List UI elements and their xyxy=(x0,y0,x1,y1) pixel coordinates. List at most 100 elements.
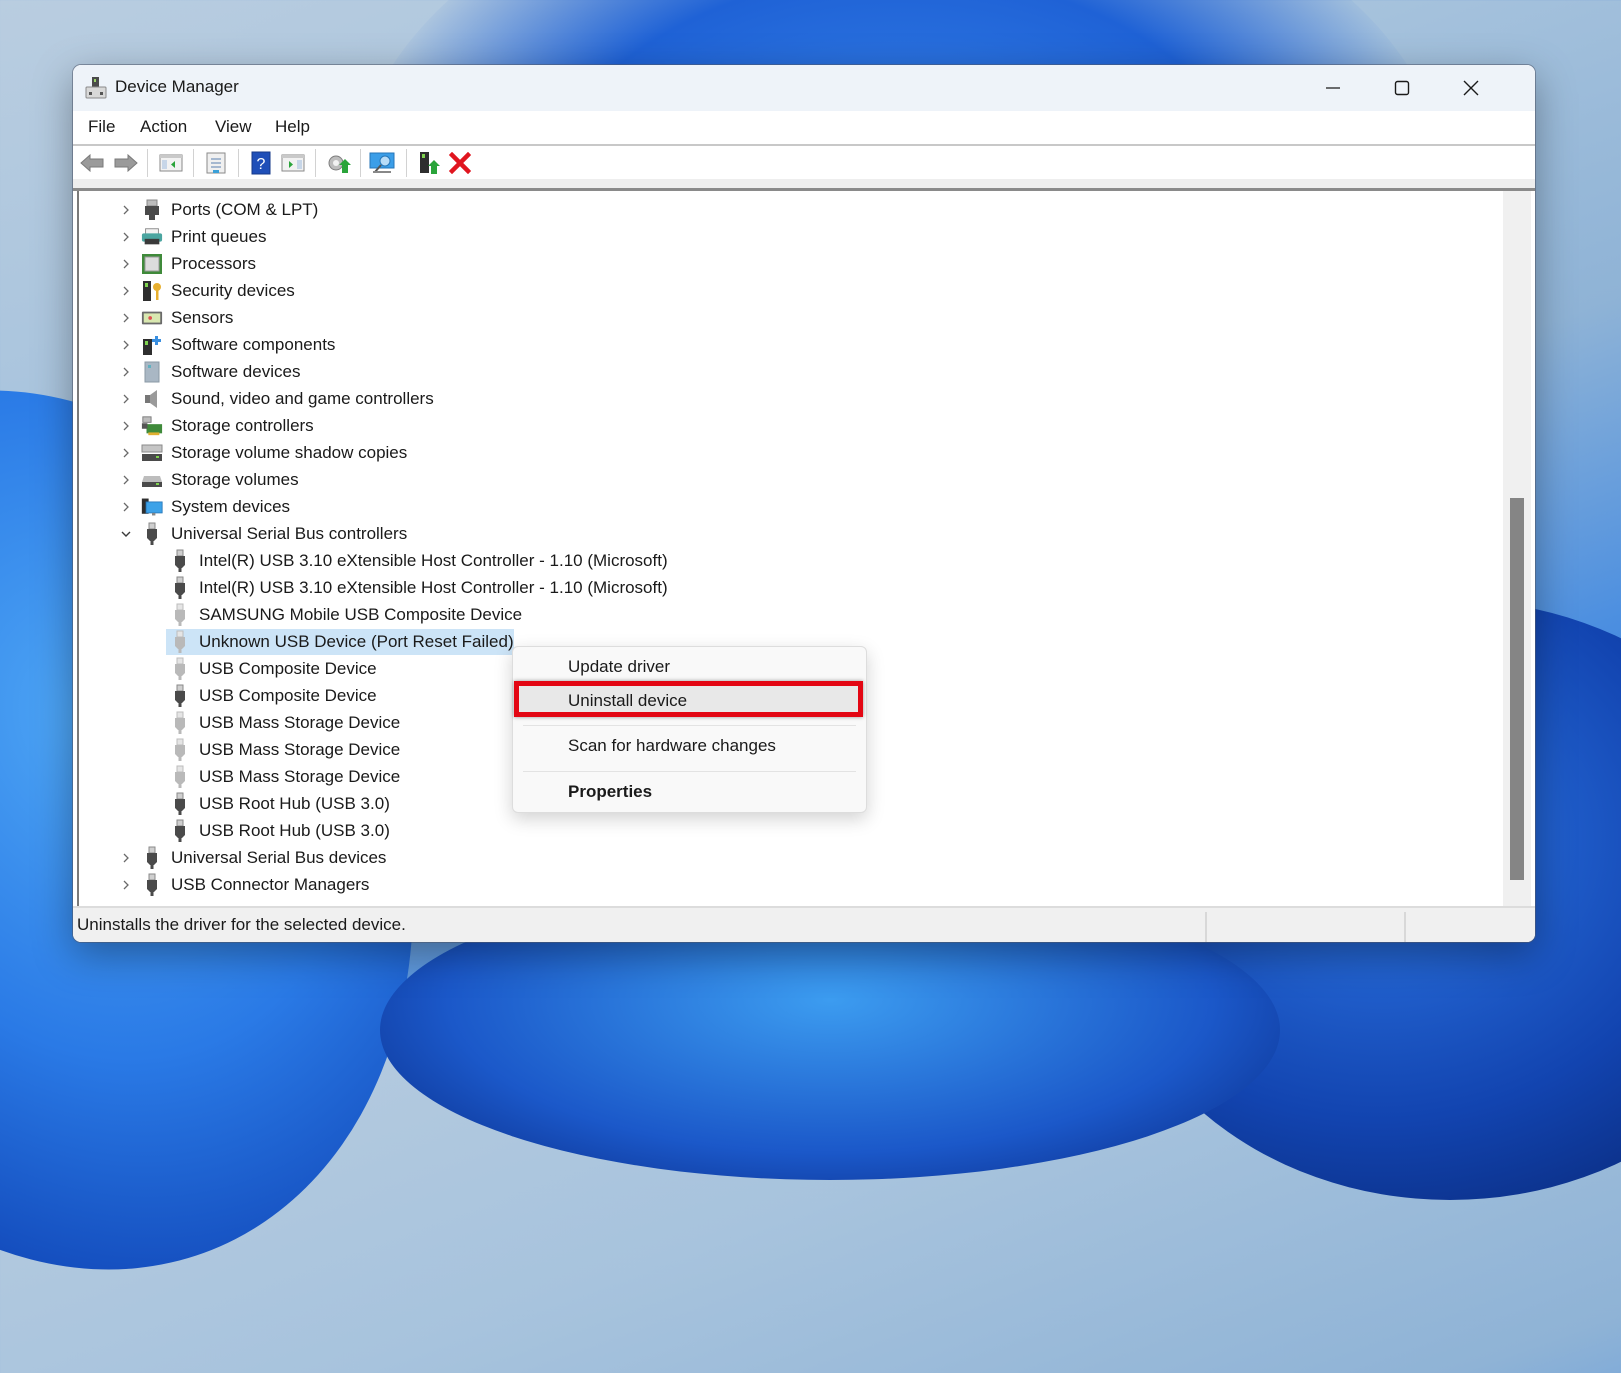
tree-category-row[interactable]: Storage volume shadow copies xyxy=(79,440,1499,466)
chevron-right-icon[interactable] xyxy=(119,500,133,514)
tree-category-row[interactable]: Sensors xyxy=(79,305,1499,331)
back-button[interactable] xyxy=(78,150,106,176)
chevron-right-icon[interactable] xyxy=(119,338,133,352)
tree-row-label: USB Connector Managers xyxy=(171,875,370,894)
show-hide-action-pane-button[interactable] xyxy=(279,150,307,176)
toolbar: ? xyxy=(73,146,1535,179)
usb-plug-icon xyxy=(141,846,163,869)
tree-row-label: Universal Serial Bus devices xyxy=(171,848,387,867)
tree-device-row[interactable]: Intel(R) USB 3.10 eXtensible Host Contro… xyxy=(79,548,1499,574)
port-icon xyxy=(141,199,163,221)
tree-category-row[interactable]: Print queues xyxy=(79,224,1499,250)
tree-category-row[interactable]: Processors xyxy=(79,251,1499,277)
forward-button[interactable] xyxy=(112,150,140,176)
chevron-right-icon[interactable] xyxy=(119,473,133,487)
tree-row-label: Storage volumes xyxy=(171,470,299,489)
vertical-scrollbar[interactable] xyxy=(1503,191,1531,908)
chevron-right-icon[interactable] xyxy=(119,878,133,892)
tree-device-row[interactable]: Intel(R) USB 3.10 eXtensible Host Contro… xyxy=(79,575,1499,601)
menu-item-label: Scan for hardware changes xyxy=(568,736,776,755)
update-driver-button[interactable] xyxy=(325,150,353,176)
tree-category-row[interactable]: Sound, video and game controllers xyxy=(79,386,1499,412)
tree-device-row[interactable]: SAMSUNG Mobile USB Composite Device xyxy=(79,602,1499,628)
storage-controller-icon xyxy=(141,415,163,437)
chevron-right-icon[interactable] xyxy=(119,392,133,406)
status-separator xyxy=(1205,912,1207,942)
menu-item-properties[interactable]: Properties xyxy=(519,776,860,808)
help-button[interactable]: ? xyxy=(247,150,275,176)
usb-plug-gray-icon xyxy=(169,765,191,788)
chevron-right-icon[interactable] xyxy=(119,257,133,271)
menu-item-update-driver[interactable]: Update driver xyxy=(519,651,860,683)
menu-item-scan-hardware-changes[interactable]: Scan for hardware changes xyxy=(519,730,860,762)
toolbar-separator xyxy=(193,149,194,177)
properties-button[interactable] xyxy=(202,150,230,176)
toolbar-separator xyxy=(360,149,361,177)
chevron-right-icon[interactable] xyxy=(119,419,133,433)
usb-plug-gray-icon xyxy=(169,657,191,680)
tree-category-row[interactable]: Software components xyxy=(79,332,1499,358)
tree-row-label: USB Mass Storage Device xyxy=(199,740,401,759)
properties-icon xyxy=(206,152,226,174)
maximize-icon xyxy=(1394,80,1410,96)
tree-category-row[interactable]: Ports (COM & LPT) xyxy=(79,197,1499,223)
speaker-icon xyxy=(141,388,163,410)
forward-arrow-icon xyxy=(114,153,138,173)
minimize-button[interactable] xyxy=(1298,65,1368,111)
scrollbar-thumb[interactable] xyxy=(1510,498,1524,880)
tree-category-row[interactable]: Universal Serial Bus devices xyxy=(79,845,1499,871)
svg-text:?: ? xyxy=(257,156,266,173)
chevron-right-icon[interactable] xyxy=(119,230,133,244)
chevron-right-icon[interactable] xyxy=(119,446,133,460)
uninstall-device-button[interactable] xyxy=(446,150,474,176)
window-title: Device Manager xyxy=(115,77,239,96)
menu-view[interactable]: View xyxy=(213,117,254,137)
tree-category-row[interactable]: USB Connector Managers xyxy=(79,872,1499,898)
chevron-right-icon[interactable] xyxy=(119,365,133,379)
chevron-right-icon[interactable] xyxy=(119,311,133,325)
tree-row-label: Software components xyxy=(171,335,336,354)
tree-category-row[interactable]: Software devices xyxy=(79,359,1499,385)
menu-item-label: Properties xyxy=(568,782,653,801)
usb-plug-gray-icon xyxy=(169,630,191,653)
close-icon xyxy=(1463,80,1479,96)
menu-item-label: Update driver xyxy=(568,657,671,676)
chevron-right-icon[interactable] xyxy=(119,284,133,298)
tree-category-row[interactable]: Security devices xyxy=(79,278,1499,304)
status-text: Uninstalls the driver for the selected d… xyxy=(77,915,406,934)
maximize-button[interactable] xyxy=(1367,65,1437,111)
tree-category-row[interactable]: Storage volumes xyxy=(79,467,1499,493)
tree-category-row[interactable]: System devices xyxy=(79,494,1499,520)
chevron-down-icon[interactable] xyxy=(119,527,133,541)
usb-plug-icon xyxy=(169,684,191,707)
menu-file[interactable]: File xyxy=(86,117,117,137)
tree-row-label: USB Mass Storage Device xyxy=(199,767,401,786)
tree-row-label: Storage volume shadow copies xyxy=(171,443,408,462)
usb-plug-gray-icon xyxy=(169,738,191,761)
storage-volume-icon xyxy=(141,469,163,491)
scan-hardware-button[interactable] xyxy=(369,150,397,176)
system-device-icon xyxy=(141,496,163,518)
usb-plug-icon xyxy=(169,576,191,599)
annotation-highlight-box xyxy=(514,681,863,717)
tree-row-label: Unknown USB Device (Port Reset Failed) xyxy=(199,632,514,651)
chevron-right-icon[interactable] xyxy=(119,203,133,217)
tree-category-row[interactable]: Universal Serial Bus controllers xyxy=(79,521,1499,547)
menu-action[interactable]: Action xyxy=(138,117,189,137)
chevron-right-icon[interactable] xyxy=(119,851,133,865)
tree-row-label: Processors xyxy=(171,254,257,273)
tree-row-label: Ports (COM & LPT) xyxy=(171,200,319,219)
usb-plug-icon xyxy=(169,819,191,842)
title-bar[interactable]: Device Manager xyxy=(73,65,1535,111)
show-hide-console-tree-button[interactable] xyxy=(157,150,185,176)
security-key-icon xyxy=(141,280,163,302)
tree-row-label: Intel(R) USB 3.10 eXtensible Host Contro… xyxy=(199,551,668,570)
menu-help[interactable]: Help xyxy=(273,117,312,137)
tree-device-row[interactable]: USB Root Hub (USB 3.0) xyxy=(79,818,1499,844)
context-menu: Update driver Uninstall device Scan for … xyxy=(512,646,867,813)
usb-plug-icon xyxy=(169,549,191,572)
enable-device-button[interactable] xyxy=(415,150,443,176)
close-button[interactable] xyxy=(1436,65,1506,111)
tree-category-row[interactable]: Storage controllers xyxy=(79,413,1499,439)
toolbar-separator xyxy=(406,149,407,177)
